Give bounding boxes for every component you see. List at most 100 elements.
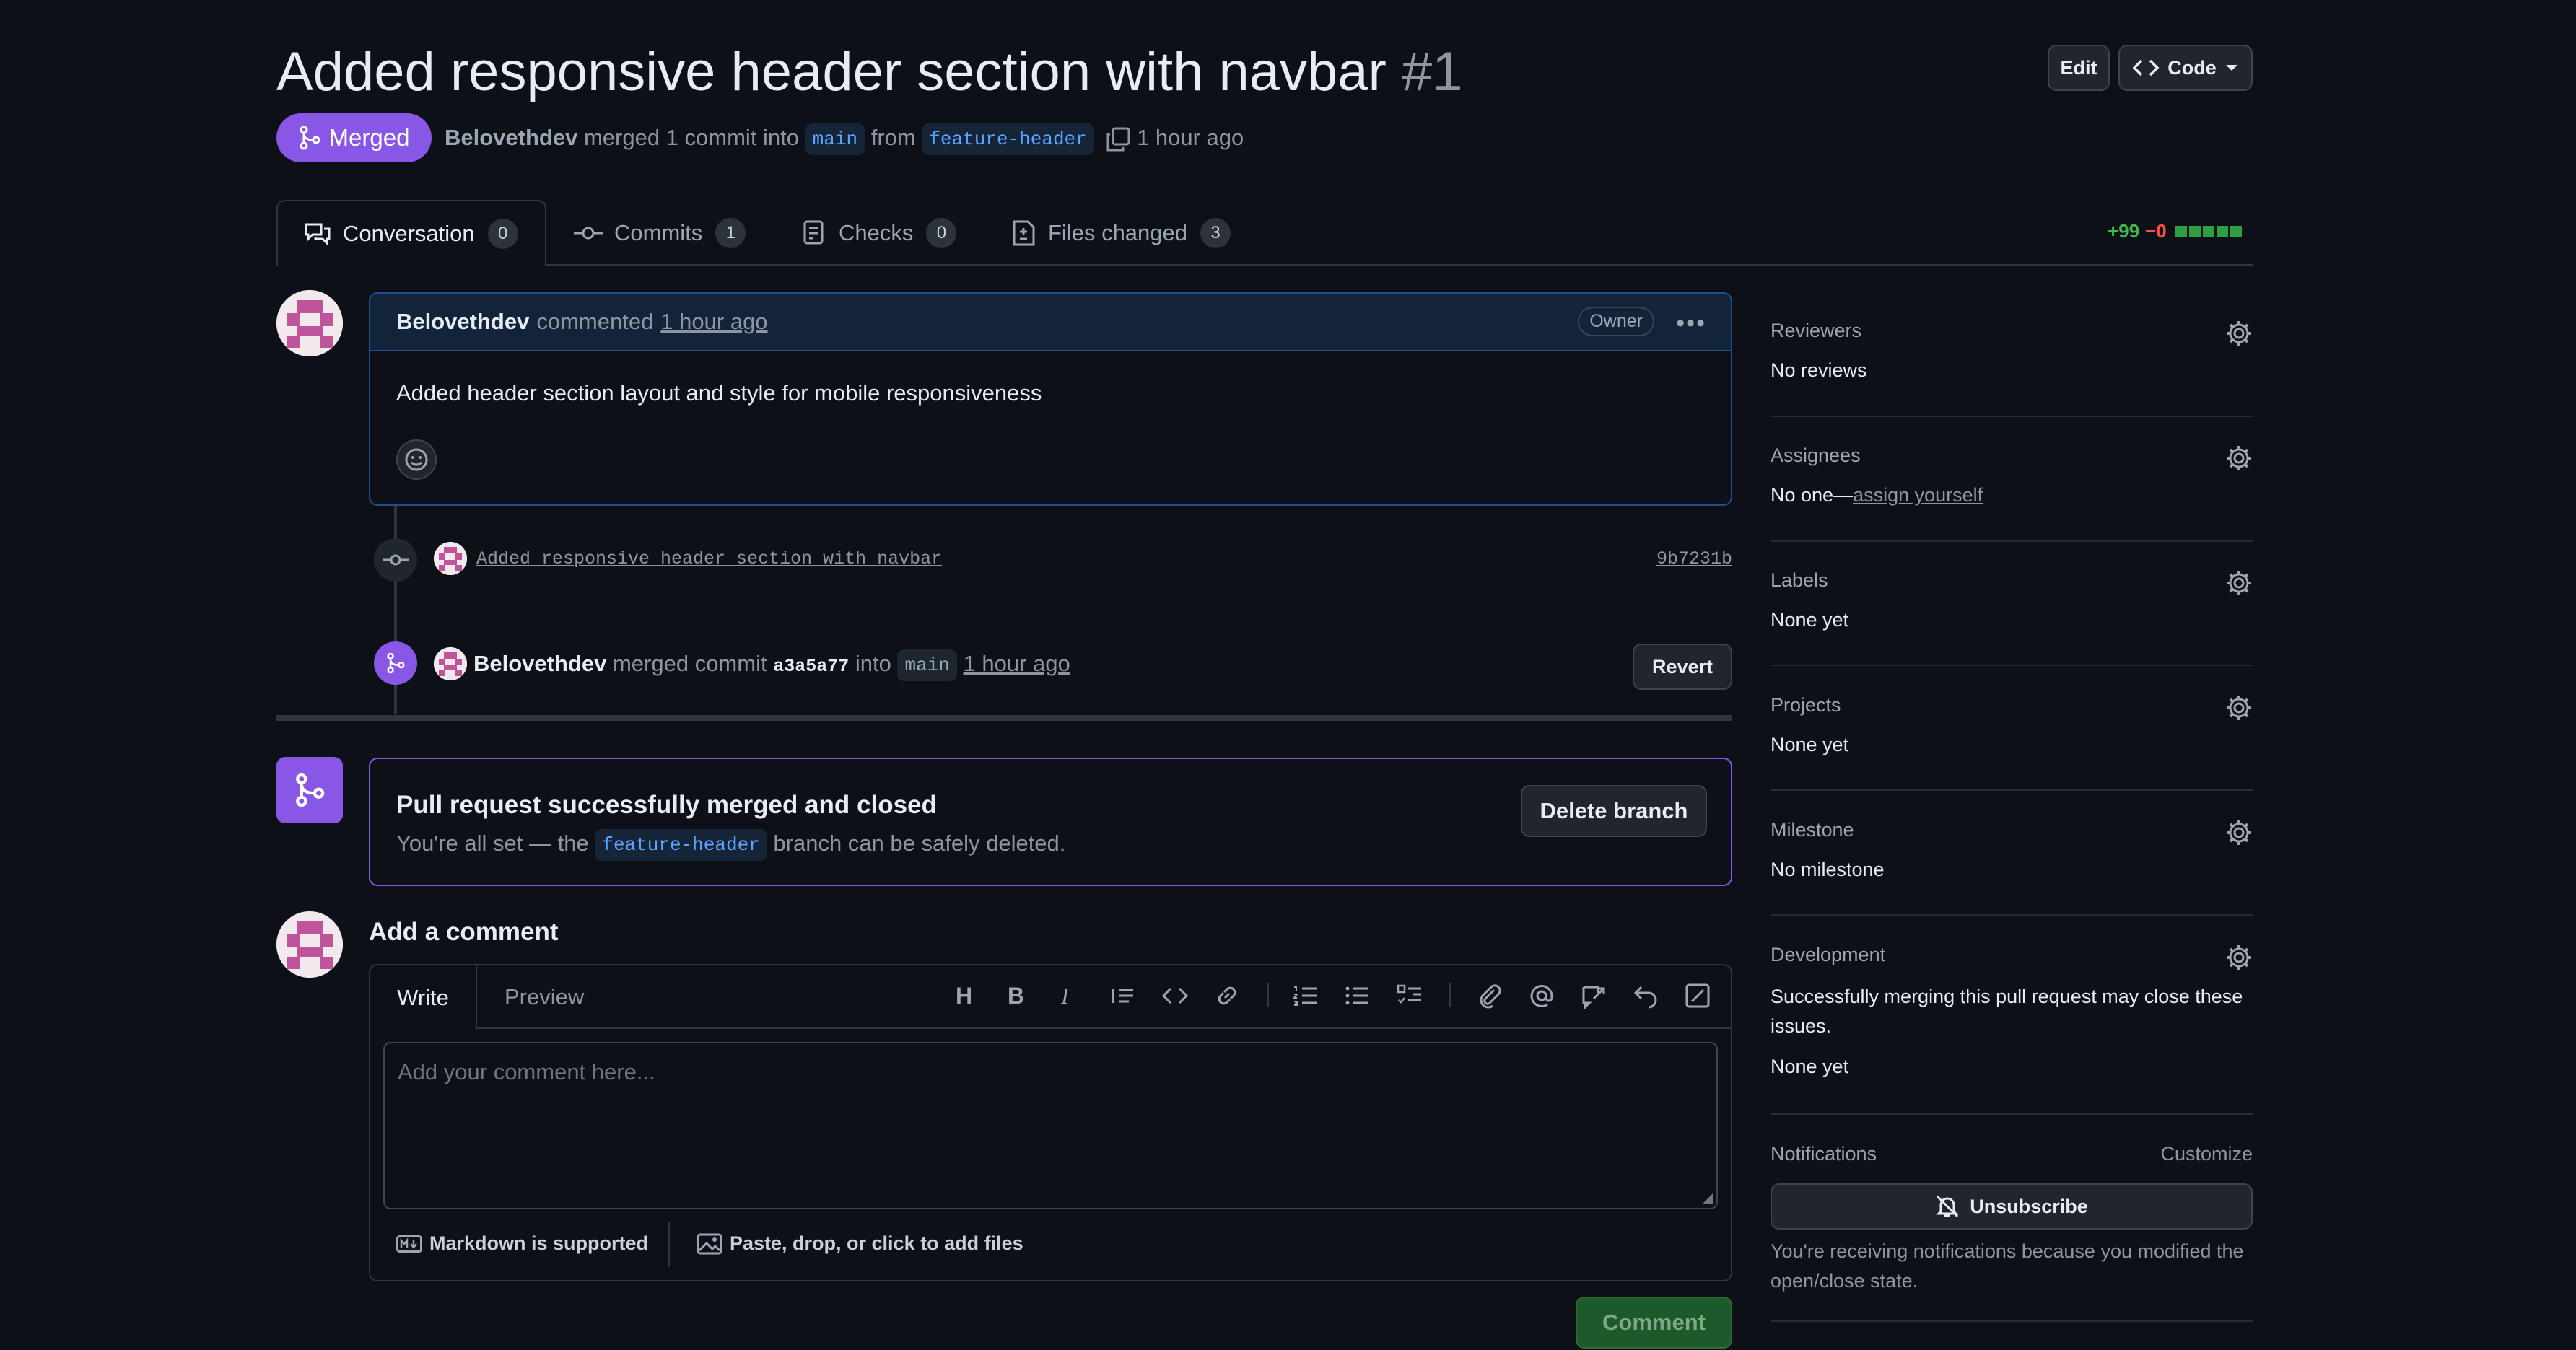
commit-icon [574, 227, 603, 239]
comment-submit-button[interactable]: Comment [1576, 1297, 1732, 1349]
labels-value: None yet [1771, 609, 1849, 631]
toolbar-divider [1449, 983, 1451, 1007]
commit-author-avatar[interactable] [434, 542, 467, 575]
commit-message[interactable]: Added responsive header section with nav… [476, 548, 942, 569]
diff-block [2216, 225, 2228, 237]
ordered-list-icon[interactable] [1292, 983, 1318, 1009]
checklist-icon [803, 220, 824, 244]
gear-icon[interactable] [2225, 569, 2253, 597]
assignees-title: Assignees [1771, 444, 1861, 466]
sidebar-development[interactable]: Development Successfully merging this pu… [1771, 944, 2253, 1078]
toolbar-divider [1267, 983, 1269, 1007]
current-user-avatar[interactable] [276, 911, 343, 978]
task-list-icon[interactable] [1397, 983, 1423, 1009]
cross-reference-icon[interactable] [1581, 983, 1607, 1009]
sidebar-divider [1771, 1113, 2253, 1115]
merged-status-box: Pull request successfully merged and clo… [369, 758, 1732, 886]
code-button-label: Code [2167, 56, 2217, 79]
tab-commits-label: Commits [614, 219, 703, 245]
code-button[interactable]: Code [2118, 45, 2253, 91]
merge-time[interactable]: 1 hour ago [964, 651, 1070, 676]
bell-slash-icon [1936, 1195, 1959, 1218]
markdown-hint[interactable]: Markdown is supported [396, 1232, 648, 1255]
comment-textarea[interactable]: Add your comment here... ◢ [383, 1042, 1718, 1209]
tab-preview-label: Preview [505, 984, 585, 1009]
sidebar-milestone[interactable]: Milestone No milestone [1771, 819, 2253, 881]
tab-checks[interactable]: Checks 0 [803, 200, 957, 266]
head-branch[interactable]: feature-header [922, 123, 1094, 155]
quote-icon[interactable] [1110, 983, 1136, 1009]
diffstat-deletions: −0 [2145, 220, 2167, 242]
merge-sha[interactable]: a3a5a77 [773, 656, 849, 677]
attach-files-hint[interactable]: Paste, drop, or click to add files [697, 1232, 1023, 1255]
diff-block [2175, 225, 2187, 237]
sidebar-assignees[interactable]: Assignees No one—assign yourself [1771, 444, 2253, 507]
paperclip-icon[interactable] [1477, 983, 1503, 1009]
markdown-hint-label: Markdown is supported [429, 1232, 649, 1254]
merge-branch[interactable]: main [897, 649, 957, 681]
identicon-image [434, 542, 467, 575]
assign-yourself-link[interactable]: assign yourself [1853, 484, 1983, 506]
timeline-end-divider [276, 715, 1732, 721]
tab-conversation[interactable]: Conversation 0 [276, 200, 546, 266]
comment-time[interactable]: 1 hour ago [660, 309, 767, 335]
diffstat-blocks [2175, 225, 2242, 237]
git-merge-icon [296, 773, 325, 807]
merged-state-label: Merged [328, 124, 410, 151]
unordered-list-icon[interactable] [1344, 983, 1370, 1009]
reply-icon[interactable] [1633, 983, 1659, 1009]
comment-author[interactable]: Belovethdev [396, 309, 529, 335]
copy-icon[interactable] [1106, 127, 1130, 152]
heading-icon[interactable]: H [956, 983, 982, 1009]
pr-title-text: Added responsive header section with nav… [276, 41, 1387, 102]
comment-header: Belovethdev commented 1 hour ago Owner •… [370, 294, 1731, 351]
delete-branch-button[interactable]: Delete branch [1521, 785, 1707, 837]
sidebar-projects[interactable]: Projects None yet [1771, 694, 2253, 756]
pr-title: Added responsive header section with nav… [276, 38, 1463, 107]
italic-icon[interactable]: I [1061, 983, 1087, 1009]
bold-icon[interactable]: B [1008, 983, 1034, 1009]
tab-checks-count: 0 [926, 217, 957, 248]
merge-author[interactable]: Belovethdev [473, 651, 606, 676]
gear-icon[interactable] [2225, 819, 2253, 846]
fullscreen-icon[interactable] [1685, 983, 1711, 1009]
resize-handle-icon[interactable]: ◢ [1703, 1188, 1713, 1206]
revert-button[interactable]: Revert [1633, 644, 1732, 690]
unsubscribe-button[interactable]: Unsubscribe [1771, 1183, 2253, 1230]
gear-icon[interactable] [2225, 944, 2253, 971]
tab-files-changed[interactable]: Files changed 3 [1012, 200, 1231, 266]
identicon-image [276, 911, 343, 978]
sidebar-reviewers[interactable]: Reviewers No reviews [1771, 320, 2253, 382]
merged-status-icon [276, 757, 343, 823]
link-icon[interactable] [1214, 983, 1240, 1009]
base-branch[interactable]: main [805, 123, 865, 155]
author-avatar[interactable] [276, 290, 343, 356]
merged-branch[interactable]: feature-header [595, 828, 767, 861]
edit-button[interactable]: Edit [2048, 45, 2110, 91]
commit-sha[interactable]: 9b7231b [1656, 548, 1732, 569]
kebab-menu-icon[interactable]: ••• [1676, 310, 1706, 338]
development-value: None yet [1771, 1056, 1849, 1077]
tab-preview[interactable]: Preview [505, 965, 584, 1029]
assignees-none: No one— [1771, 484, 1854, 506]
code-icon[interactable] [1162, 983, 1188, 1009]
commit-icon [383, 554, 409, 566]
diffstat: +99 −0 [2108, 220, 2242, 242]
sidebar-labels[interactable]: Labels None yet [1771, 569, 2253, 631]
pr-author[interactable]: Belovethdev [445, 125, 577, 150]
customize-link[interactable]: Customize [2160, 1143, 2253, 1165]
gear-icon[interactable] [2225, 320, 2253, 347]
comment-submit-label: Comment [1602, 1310, 1706, 1335]
tab-write[interactable]: Write [370, 965, 477, 1030]
gear-icon[interactable] [2225, 694, 2253, 722]
file-diff-icon [1013, 220, 1035, 245]
tab-commits[interactable]: Commits 1 [574, 200, 746, 266]
gear-icon[interactable] [2225, 444, 2253, 472]
pr-number: #1 [1401, 41, 1463, 102]
add-reaction-button[interactable] [396, 439, 437, 480]
milestone-title: Milestone [1771, 819, 1854, 841]
tab-checks-label: Checks [839, 219, 914, 245]
merge-author-avatar[interactable] [434, 647, 467, 680]
mention-icon[interactable] [1529, 983, 1555, 1009]
markdown-icon [396, 1235, 422, 1253]
